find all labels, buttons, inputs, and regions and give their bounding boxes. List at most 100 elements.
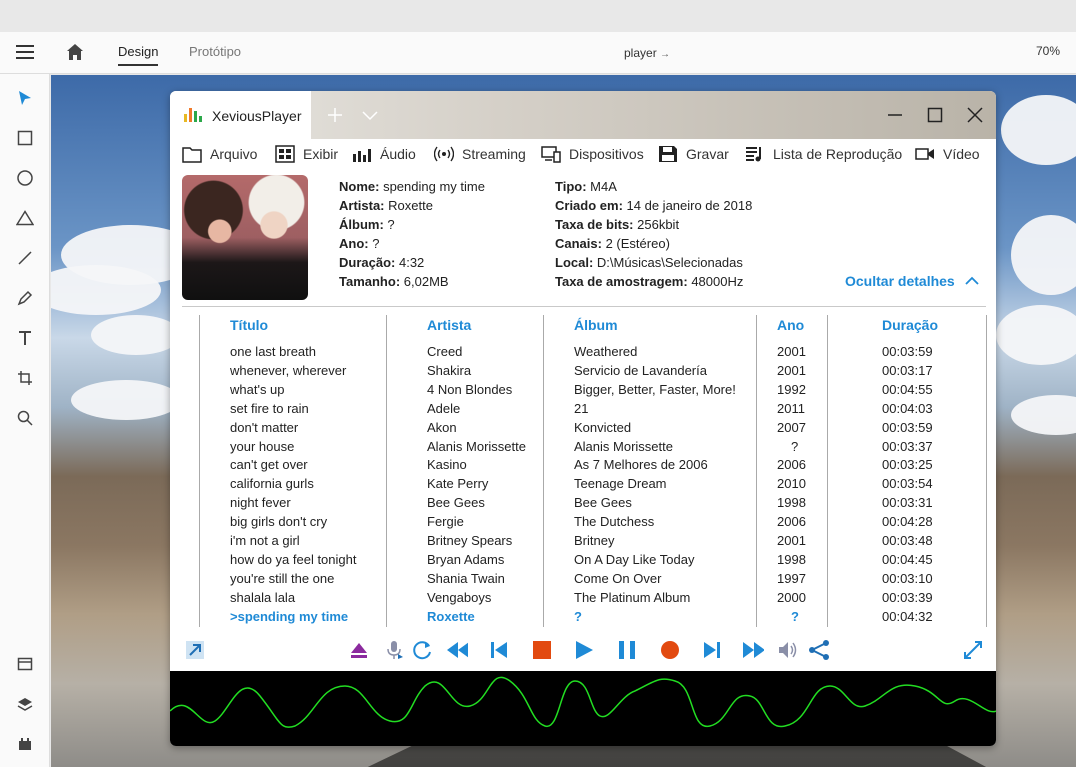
cell-album[interactable]: Britney: [574, 533, 614, 548]
eject-icon[interactable]: [348, 639, 370, 661]
maximize-icon[interactable]: [925, 105, 945, 125]
cell-duration[interactable]: 00:04:03: [882, 401, 933, 416]
cell-title[interactable]: your house: [230, 439, 294, 454]
home-icon[interactable]: [66, 43, 84, 61]
cell-duration[interactable]: 00:03:54: [882, 476, 933, 491]
column-header-ano[interactable]: Ano: [777, 317, 804, 333]
cell-title[interactable]: night fever: [230, 495, 291, 510]
close-icon[interactable]: [965, 105, 985, 125]
chevron-down-icon[interactable]: [360, 105, 380, 125]
menu-lista-reproducao[interactable]: Lista de Reprodução: [745, 143, 902, 165]
hide-details-button[interactable]: Ocultar detalhes: [845, 273, 979, 289]
cell-year[interactable]: 1997: [777, 571, 806, 586]
cell-year[interactable]: 2000: [777, 590, 806, 605]
cell-artist[interactable]: Britney Spears: [427, 533, 512, 548]
rewind-icon[interactable]: [446, 639, 468, 661]
cell-title[interactable]: big girls don't cry: [230, 514, 327, 529]
cell-album[interactable]: Servicio de Lavandería: [574, 363, 707, 378]
cell-album[interactable]: Teenage Dream: [574, 476, 667, 491]
cell-year[interactable]: 1998: [777, 552, 806, 567]
menu-arquivo[interactable]: Arquivo: [182, 143, 257, 165]
cell-year[interactable]: 1992: [777, 382, 806, 397]
cell-artist[interactable]: Vengaboys: [427, 590, 491, 605]
zoom-tool-icon[interactable]: [15, 408, 35, 428]
cell-duration[interactable]: 00:04:55: [882, 382, 933, 397]
cell-album[interactable]: The Platinum Album: [574, 590, 690, 605]
polygon-tool-icon[interactable]: [15, 208, 35, 228]
menu-exibir[interactable]: Exibir: [275, 143, 338, 165]
cell-title[interactable]: >spending my time: [230, 609, 348, 624]
fullscreen-icon[interactable]: [962, 639, 984, 661]
assets-icon[interactable]: [15, 654, 35, 674]
cell-year[interactable]: ?: [791, 439, 798, 454]
cell-album[interactable]: Alanis Morissette: [574, 439, 673, 454]
cell-duration[interactable]: 00:03:48: [882, 533, 933, 548]
cell-title[interactable]: how do ya feel tonight: [230, 552, 356, 567]
menu-streaming[interactable]: Streaming: [434, 143, 526, 165]
column-header-titulo[interactable]: Título: [230, 317, 268, 333]
cell-album[interactable]: ?: [574, 609, 582, 624]
cell-artist[interactable]: Bee Gees: [427, 495, 485, 510]
volume-icon[interactable]: [777, 639, 799, 661]
minimize-icon[interactable]: [885, 105, 905, 125]
cell-year[interactable]: 2001: [777, 533, 806, 548]
cell-album[interactable]: The Dutchess: [574, 514, 654, 529]
select-tool-icon[interactable]: [15, 88, 35, 108]
cell-album[interactable]: Bigger, Better, Faster, More!: [574, 382, 736, 397]
next-icon[interactable]: [701, 639, 723, 661]
layers-icon[interactable]: [15, 694, 35, 714]
cell-title[interactable]: you're still the one: [230, 571, 334, 586]
repeat-icon[interactable]: [412, 639, 434, 661]
tab-design[interactable]: Design: [118, 44, 159, 66]
cell-year[interactable]: 2006: [777, 457, 806, 472]
cell-artist[interactable]: Adele: [427, 401, 460, 416]
cell-title[interactable]: i'm not a girl: [230, 533, 300, 548]
document-title[interactable]: player →: [624, 46, 670, 60]
pen-tool-icon[interactable]: [15, 288, 35, 308]
cell-album[interactable]: 21: [574, 401, 588, 416]
zoom-level[interactable]: 70%: [1036, 44, 1060, 58]
tab-prototipo[interactable]: Protótipo: [189, 44, 241, 59]
column-header-artista[interactable]: Artista: [427, 317, 471, 333]
cell-duration[interactable]: 00:04:28: [882, 514, 933, 529]
cell-year[interactable]: ?: [791, 609, 799, 624]
cell-artist[interactable]: Bryan Adams: [427, 552, 504, 567]
cell-duration[interactable]: 00:03:25: [882, 457, 933, 472]
player-tab[interactable]: XeviousPlayer: [170, 91, 311, 139]
cell-artist[interactable]: Shakira: [427, 363, 471, 378]
cell-duration[interactable]: 00:03:10: [882, 571, 933, 586]
cell-duration[interactable]: 00:04:45: [882, 552, 933, 567]
column-header-album[interactable]: Álbum: [574, 317, 618, 333]
cell-artist[interactable]: Shania Twain: [427, 571, 505, 586]
cell-duration[interactable]: 00:03:59: [882, 344, 933, 359]
menu-gravar[interactable]: Gravar: [658, 143, 729, 165]
cell-title[interactable]: can't get over: [230, 457, 308, 472]
cell-artist[interactable]: Kate Perry: [427, 476, 488, 491]
share-icon[interactable]: [808, 639, 830, 661]
mini-mode-icon[interactable]: [184, 639, 206, 661]
column-header-duracao[interactable]: Duração: [882, 317, 938, 333]
cell-album[interactable]: As 7 Melhores de 2006: [574, 457, 708, 472]
cell-title[interactable]: set fire to rain: [230, 401, 309, 416]
cell-artist[interactable]: Kasino: [427, 457, 467, 472]
cell-album[interactable]: Come On Over: [574, 571, 661, 586]
record-icon[interactable]: [659, 639, 681, 661]
cell-year[interactable]: 2001: [777, 363, 806, 378]
fast-forward-icon[interactable]: [742, 639, 764, 661]
cell-duration[interactable]: 00:03:31: [882, 495, 933, 510]
cell-title[interactable]: don't matter: [230, 420, 298, 435]
cell-artist[interactable]: 4 Non Blondes: [427, 382, 512, 397]
cell-album[interactable]: On A Day Like Today: [574, 552, 694, 567]
cell-album[interactable]: Bee Gees: [574, 495, 632, 510]
previous-icon[interactable]: [488, 639, 510, 661]
cell-year[interactable]: 2006: [777, 514, 806, 529]
text-tool-icon[interactable]: [15, 328, 35, 348]
cell-duration[interactable]: 00:03:17: [882, 363, 933, 378]
rectangle-tool-icon[interactable]: [15, 128, 35, 148]
line-tool-icon[interactable]: [15, 248, 35, 268]
cell-album[interactable]: Weathered: [574, 344, 637, 359]
menu-audio[interactable]: Áudio: [352, 143, 416, 165]
cell-title[interactable]: one last breath: [230, 344, 316, 359]
cell-year[interactable]: 2007: [777, 420, 806, 435]
artboard-tool-icon[interactable]: [15, 368, 35, 388]
